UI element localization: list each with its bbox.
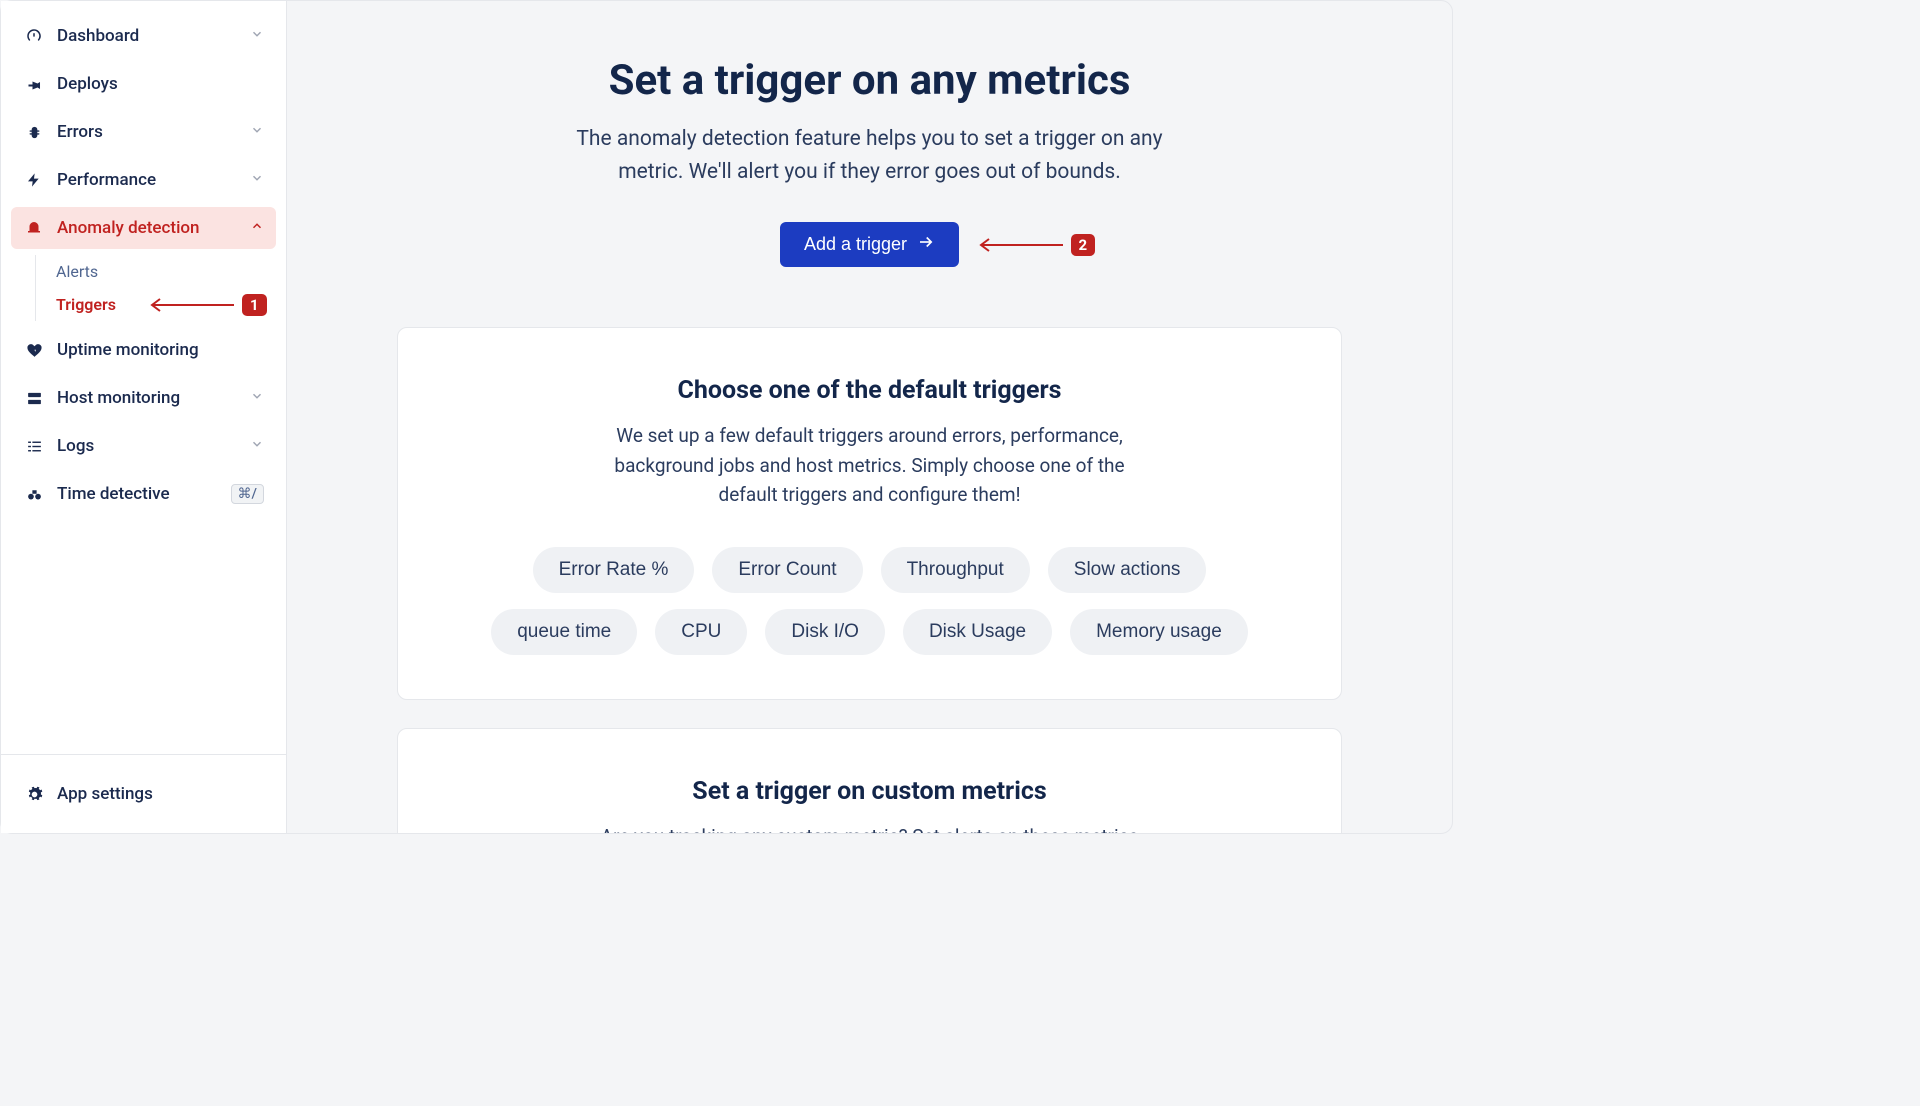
sidebar-footer: App settings (1, 754, 286, 833)
chip-slow-actions[interactable]: Slow actions (1048, 547, 1207, 593)
sidebar-item-label: Anomaly detection (57, 218, 200, 238)
chip-disk-usage[interactable]: Disk Usage (903, 609, 1052, 655)
sidebar-item-label: Time detective (57, 484, 170, 504)
arrow-right-icon (917, 233, 935, 256)
heartbeat-icon (23, 339, 45, 361)
page-title: Set a trigger on any metrics (397, 56, 1342, 105)
sidebar-item-uptime-monitoring[interactable]: Uptime monitoring (11, 329, 276, 371)
trigger-chips: Error Rate % Error Count Throughput Slow… (458, 547, 1281, 655)
binoculars-icon (23, 483, 45, 505)
page-subtitle: The anomaly detection feature helps you … (550, 123, 1190, 188)
chip-error-count[interactable]: Error Count (712, 547, 862, 593)
card-subtitle: Are you tracking any custom metric? Set … (590, 822, 1150, 833)
add-trigger-button[interactable]: Add a trigger (780, 222, 959, 267)
gear-icon (23, 783, 45, 805)
sidebar-item-host-monitoring[interactable]: Host monitoring (11, 377, 276, 419)
chip-queue-time[interactable]: queue time (491, 609, 637, 655)
submenu-item-label: Triggers (56, 295, 116, 314)
submenu-item-triggers[interactable]: Triggers 1 (36, 288, 276, 321)
gauge-icon (23, 25, 45, 47)
sidebar-item-dashboard[interactable]: Dashboard (11, 15, 276, 57)
sidebar: Dashboard Deploys Errors Performan (1, 1, 287, 833)
annotation-1: 1 (146, 294, 267, 316)
default-triggers-card: Choose one of the default triggers We se… (397, 327, 1342, 700)
bug-icon (23, 121, 45, 143)
card-title: Set a trigger on custom metrics (458, 777, 1281, 806)
sidebar-item-label: Dashboard (57, 26, 139, 46)
sidebar-item-errors[interactable]: Errors (11, 111, 276, 153)
sidebar-item-label: Errors (57, 122, 103, 142)
chip-cpu[interactable]: CPU (655, 609, 747, 655)
hero-section: Set a trigger on any metrics The anomaly… (397, 56, 1342, 267)
submenu-item-alerts[interactable]: Alerts (36, 255, 276, 288)
rocket-icon (23, 73, 45, 95)
hero-cta-row: Add a trigger 2 (397, 222, 1342, 267)
bolt-icon (23, 169, 45, 191)
annotation-badge: 1 (242, 294, 267, 316)
sidebar-item-label: Uptime monitoring (57, 340, 199, 360)
chevron-down-icon (250, 388, 264, 408)
alarm-icon (23, 217, 45, 239)
sidebar-main: Dashboard Deploys Errors Performan (1, 15, 286, 754)
card-title: Choose one of the default triggers (458, 376, 1281, 405)
sidebar-item-app-settings[interactable]: App settings (11, 773, 276, 815)
sidebar-item-logs[interactable]: Logs (11, 425, 276, 467)
chip-throughput[interactable]: Throughput (881, 547, 1030, 593)
server-icon (23, 387, 45, 409)
arrow-left-icon (975, 237, 1065, 253)
anomaly-detection-submenu: Alerts Triggers 1 (35, 255, 276, 321)
sidebar-item-label: Performance (57, 170, 156, 190)
chip-memory-usage[interactable]: Memory usage (1070, 609, 1248, 655)
chevron-down-icon (250, 26, 264, 46)
submenu-item-label: Alerts (56, 262, 98, 281)
sidebar-item-label: Deploys (57, 74, 118, 94)
chevron-down-icon (250, 436, 264, 456)
sidebar-item-time-detective[interactable]: Time detective ⌘/ (11, 473, 276, 515)
keyboard-shortcut-badge: ⌘/ (231, 484, 264, 504)
card-subtitle: We set up a few default triggers around … (590, 421, 1150, 509)
sidebar-item-deploys[interactable]: Deploys (11, 63, 276, 105)
arrow-left-icon (146, 297, 236, 313)
sidebar-item-label: Logs (57, 436, 94, 456)
list-icon (23, 435, 45, 457)
annotation-badge: 2 (1071, 234, 1096, 256)
sidebar-item-anomaly-detection[interactable]: Anomaly detection (11, 207, 276, 249)
sidebar-item-label: App settings (57, 784, 153, 804)
custom-metrics-card: Set a trigger on custom metrics Are you … (397, 728, 1342, 833)
annotation-2: 2 (975, 234, 1096, 256)
chip-disk-io[interactable]: Disk I/O (765, 609, 885, 655)
button-label: Add a trigger (804, 234, 907, 255)
sidebar-item-label: Host monitoring (57, 388, 180, 408)
sidebar-item-performance[interactable]: Performance (11, 159, 276, 201)
main-content: Set a trigger on any metrics The anomaly… (287, 1, 1452, 833)
chevron-up-icon (250, 218, 264, 238)
chevron-down-icon (250, 122, 264, 142)
chip-error-rate[interactable]: Error Rate % (533, 547, 695, 593)
chevron-down-icon (250, 170, 264, 190)
